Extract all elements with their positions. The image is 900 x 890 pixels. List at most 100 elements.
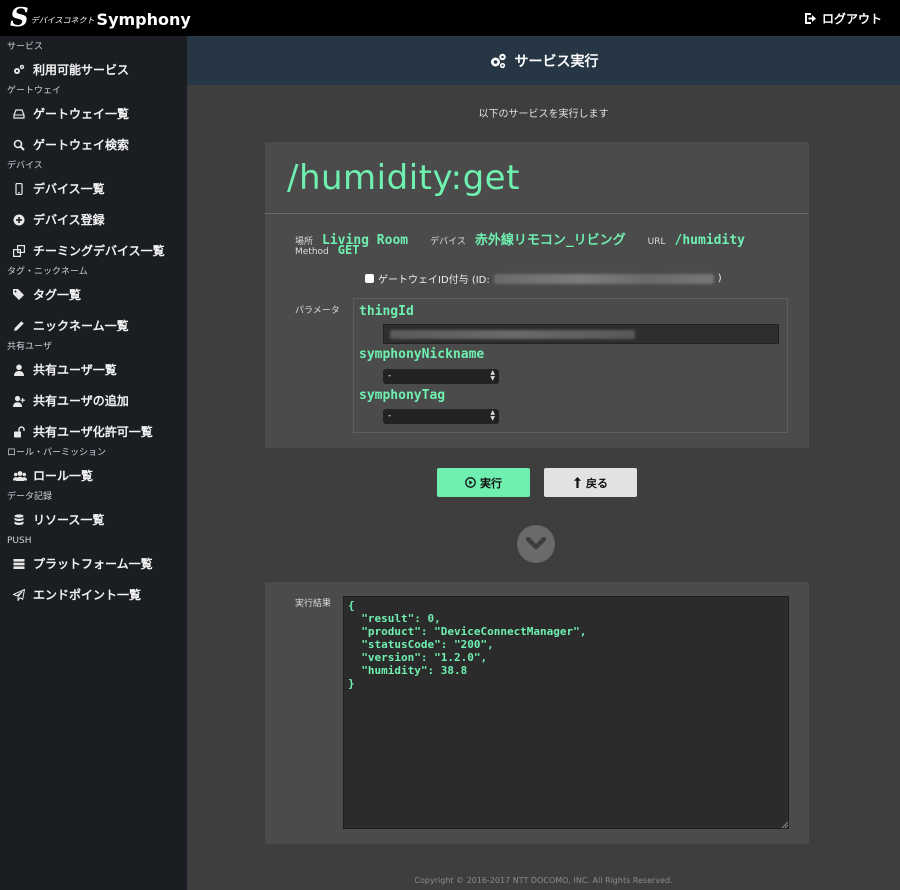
gateway-id-option: ゲートウェイID付与 (ID: ): [365, 271, 722, 286]
sidebar-item-label: ロール一覧: [33, 469, 94, 483]
sidebar: サービス 利用可能サービス ゲートウェイ ゲートウェイ一覧 ゲートウェイ検索 デ…: [0, 36, 187, 890]
method-value: GET: [337, 243, 360, 257]
thingid-input[interactable]: [383, 324, 779, 344]
select-arrows-icon: ▲ ▼: [490, 369, 495, 382]
back-button-label: 戻る: [586, 476, 608, 490]
sidebar-item-nickname-list[interactable]: ニックネーム一覧: [0, 310, 187, 341]
sidebar-section-label: 共有ユーザ: [7, 342, 52, 352]
back-button[interactable]: 戻る: [544, 468, 637, 497]
url-label: URL: [647, 237, 666, 247]
top-bar: S デバイスコネクト Symphony ログアウト: [0, 0, 900, 36]
thingid-value-redacted: [390, 330, 635, 339]
sidebar-item-label: 共有ユーザの追加: [33, 394, 129, 408]
sidebar-item-label: リソース一覧: [33, 513, 105, 527]
gateway-id-checkbox[interactable]: [365, 274, 374, 283]
resize-grip-icon[interactable]: [781, 821, 789, 829]
run-button[interactable]: 実行: [437, 468, 530, 497]
logo-subtitle: デバイスコネクト: [30, 16, 95, 25]
plus-circle-icon: [13, 214, 33, 226]
result-label: 実行結果: [295, 599, 332, 609]
symphony-tag-select[interactable]: - ▲ ▼: [383, 409, 499, 424]
params-box: thingId symphonyNickname - ▲ ▼ symphonyTa…: [353, 298, 788, 433]
tags-icon: [13, 288, 33, 301]
page-title: サービス実行: [514, 53, 599, 70]
server-icon: [13, 558, 33, 570]
pencil-icon: [13, 320, 33, 332]
sidebar-section-label: サービス: [7, 42, 44, 52]
device-value: 赤外線リモコン_リビング: [474, 233, 626, 248]
sidebar-section-label: ロール・パーミッション: [7, 448, 107, 458]
run-button-label: 実行: [480, 476, 502, 490]
sidebar-item-device-register[interactable]: デバイス登録: [0, 204, 187, 235]
sidebar-item-label: ゲートウェイ一覧: [33, 107, 130, 121]
sidebar-item-gateway-list[interactable]: ゲートウェイ一覧: [0, 98, 187, 129]
params-label: パラメータ: [295, 306, 340, 316]
param-name-thingid: thingId: [359, 304, 414, 319]
sidebar-section-label: PUSH: [7, 536, 32, 546]
play-circle-icon: [465, 477, 476, 488]
select-value: -: [388, 411, 392, 421]
sidebar-item-shared-user-permit-list[interactable]: 共有ユーザ化許可一覧: [0, 416, 187, 447]
user-icon: [13, 364, 33, 376]
sidebar-item-label: チーミングデバイス一覧: [33, 244, 165, 258]
sidebar-section-label: タグ・ニックネーム: [7, 267, 88, 277]
search-icon: [13, 139, 33, 151]
app-logo[interactable]: S デバイスコネクト Symphony: [10, 4, 191, 32]
sidebar-item-tag-list[interactable]: タグ一覧: [0, 279, 187, 310]
symphony-nickname-select[interactable]: - ▲ ▼: [383, 369, 499, 384]
sidebar-item-label: プラットフォーム一覧: [33, 557, 153, 571]
param-name-symphony-tag: symphonyTag: [359, 388, 446, 403]
page-header: サービス実行: [187, 36, 900, 85]
level-up-icon: [574, 477, 581, 488]
sidebar-item-endpoint-list[interactable]: エンドポイント一覧: [0, 579, 187, 610]
database-icon: [13, 513, 33, 526]
device-label: デバイス: [430, 237, 466, 247]
paper-plane-icon: [13, 588, 33, 601]
method-row: Method GET: [295, 243, 359, 257]
sidebar-item-available-services[interactable]: 利用可能サービス: [0, 54, 187, 85]
chevron-down-icon: [517, 525, 555, 563]
service-path: /humidity:get: [265, 142, 809, 214]
sign-out-icon: [804, 13, 816, 24]
sidebar-section-label: データ記録: [7, 492, 53, 502]
sidebar-item-label: ニックネーム一覧: [33, 319, 129, 333]
logout-button[interactable]: ログアウト: [804, 10, 882, 27]
sidebar-item-role-list[interactable]: ロール一覧: [0, 460, 187, 491]
param-name-symphony-nickname: symphonyNickname: [359, 347, 485, 362]
logo-mark: S: [10, 3, 29, 33]
sidebar-item-gateway-search[interactable]: ゲートウェイ検索: [0, 129, 187, 160]
sidebar-item-label: ゲートウェイ検索: [33, 138, 130, 152]
unlock-icon: [13, 425, 33, 438]
gateway-id-close: ): [717, 273, 722, 284]
hdd-icon: [13, 108, 33, 120]
sidebar-item-teaming-device-list[interactable]: チーミングデバイス一覧: [0, 235, 187, 266]
logout-label: ログアウト: [821, 12, 882, 26]
copyright: Copyright © 2016-2017 NTT DOCOMO, INC. A…: [414, 876, 673, 885]
gateway-id-value-redacted: [493, 273, 714, 284]
user-plus-icon: [13, 395, 33, 407]
users-icon: [13, 470, 33, 482]
select-arrows-icon: ▲ ▼: [490, 409, 495, 422]
gears-icon: [490, 53, 506, 68]
gears-icon: [13, 64, 33, 76]
sidebar-section-label: ゲートウェイ: [7, 86, 62, 96]
service-card: /humidity:get 場所 Living Room デバイス 赤外線リモコ…: [265, 142, 809, 448]
sidebar-item-device-list[interactable]: デバイス一覧: [0, 173, 187, 204]
sidebar-item-platform-list[interactable]: プラットフォーム一覧: [0, 548, 187, 579]
sidebar-item-label: タグ一覧: [33, 288, 82, 302]
sidebar-item-label: デバイス登録: [33, 213, 105, 227]
sidebar-item-add-shared-user[interactable]: 共有ユーザの追加: [0, 385, 187, 416]
sidebar-item-resource-list[interactable]: リソース一覧: [0, 504, 187, 535]
sidebar-item-label: 共有ユーザ化許可一覧: [33, 425, 153, 439]
sidebar-item-label: エンドポイント一覧: [33, 588, 142, 602]
sidebar-section-label: デバイス: [7, 161, 43, 171]
result-card: 実行結果 { "result": 0, "product": "DeviceCo…: [265, 582, 809, 844]
sidebar-item-label: 利用可能サービス: [33, 63, 130, 77]
sidebar-item-shared-user-list[interactable]: 共有ユーザ一覧: [0, 354, 187, 385]
select-value: -: [388, 371, 392, 381]
sidebar-item-label: 共有ユーザ一覧: [33, 363, 117, 377]
method-label: Method: [295, 247, 329, 257]
result-textarea[interactable]: { "result": 0, "product": "DeviceConnect…: [343, 596, 789, 829]
url-value: /humidity: [674, 233, 745, 248]
page-subtitle: 以下のサービスを実行します: [478, 109, 609, 120]
